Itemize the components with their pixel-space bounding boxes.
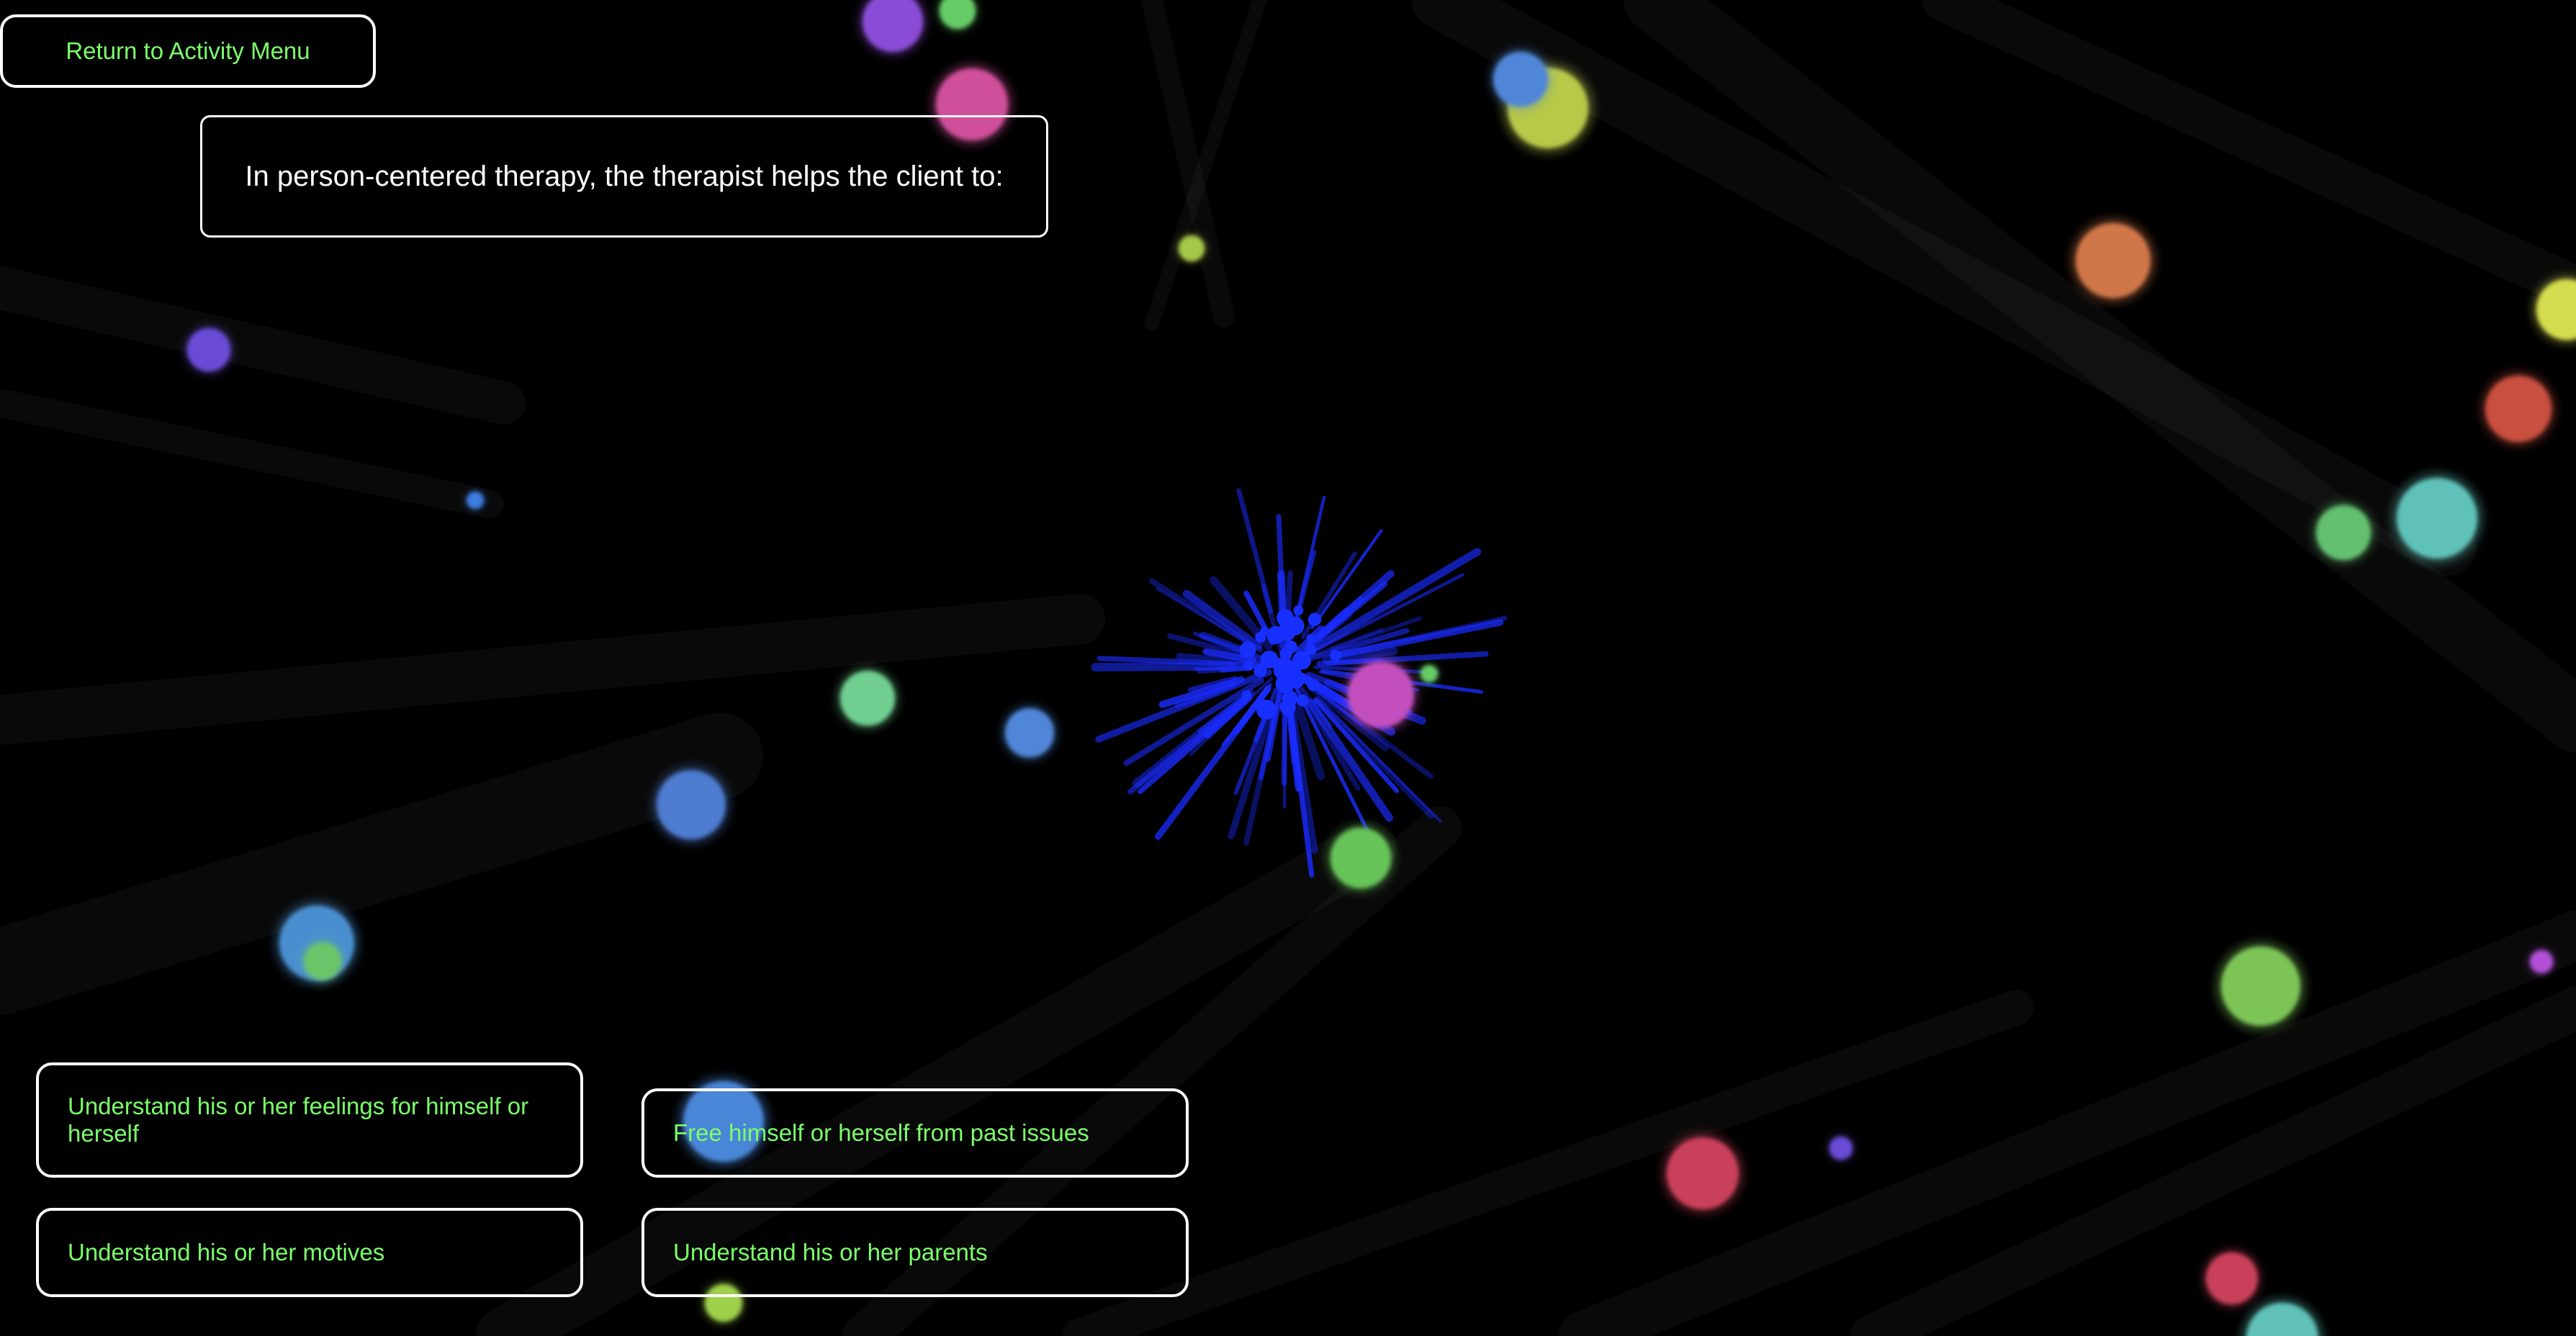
burst-particle (1305, 644, 1317, 656)
burst-particle (1255, 631, 1266, 643)
return-to-menu-button[interactable]: Return to Activity Menu (0, 14, 376, 88)
particle-trail (0, 619, 1080, 720)
burst-particle (1256, 700, 1276, 720)
answer-option-1[interactable]: Understand his or her feelings for himse… (36, 1062, 583, 1178)
orb (1005, 708, 1054, 757)
burst-particle (1330, 649, 1341, 662)
return-to-menu-label: Return to Activity Menu (66, 37, 310, 64)
orb (2530, 950, 2553, 973)
burst-particle (1293, 605, 1304, 615)
orb (2485, 376, 2552, 442)
burst-particle (1307, 678, 1320, 692)
particle-trail (1080, 1008, 2016, 1336)
answer-option-1-label: Understand his or her feelings for himse… (68, 1093, 529, 1147)
orb (187, 328, 230, 371)
orb (1829, 1137, 1852, 1160)
particle-trail (0, 403, 490, 504)
answer-option-3[interactable]: Understand his or her motives (36, 1208, 583, 1297)
orb (1348, 662, 1414, 728)
particle-trail (0, 756, 720, 972)
answer-option-4-label: Understand his or her parents (673, 1239, 988, 1265)
orb (2076, 223, 2151, 298)
activity-stage: Return to Activity Menu In person-center… (0, 0, 2576, 1336)
orb (2221, 947, 2300, 1026)
orb (1179, 235, 1204, 261)
orb (2316, 505, 2371, 560)
burst-particle (1276, 661, 1287, 672)
answer-option-2[interactable]: Free himself or herself from past issues (641, 1088, 1189, 1178)
orb (1330, 828, 1391, 888)
answer-option-2-label: Free himself or herself from past issues (673, 1119, 1089, 1146)
particle-trail (1584, 936, 2576, 1336)
orb (1493, 52, 1548, 107)
question-box: In person-centered therapy, the therapis… (200, 115, 1048, 238)
burst-particle (1285, 616, 1305, 636)
orb (467, 492, 484, 509)
burst-particle (1253, 664, 1267, 677)
burst-particle (1307, 613, 1322, 626)
burst-particle (1239, 641, 1256, 659)
question-text: In person-centered therapy, the therapis… (245, 160, 1004, 192)
orb (304, 942, 341, 980)
burst-particle (1241, 690, 1252, 700)
orb (2206, 1252, 2258, 1304)
orb (1667, 1137, 1739, 1209)
answer-option-4[interactable]: Understand his or her parents (641, 1208, 1189, 1297)
particle-trail (1944, 0, 2576, 288)
burst-particle (1243, 660, 1254, 671)
burst-ray (1281, 711, 1288, 786)
burst-particle (1306, 633, 1315, 643)
burst-particle (1296, 694, 1309, 707)
orb (657, 770, 726, 839)
particle-trail (1440, 0, 2448, 547)
answer-option-3-label: Understand his or her motives (68, 1239, 385, 1265)
orb (1420, 665, 1438, 682)
burst-ray (1313, 573, 1464, 652)
burst-particle (1267, 629, 1276, 639)
orb (840, 671, 895, 726)
particle-trail (0, 288, 504, 403)
orb (2397, 478, 2477, 559)
